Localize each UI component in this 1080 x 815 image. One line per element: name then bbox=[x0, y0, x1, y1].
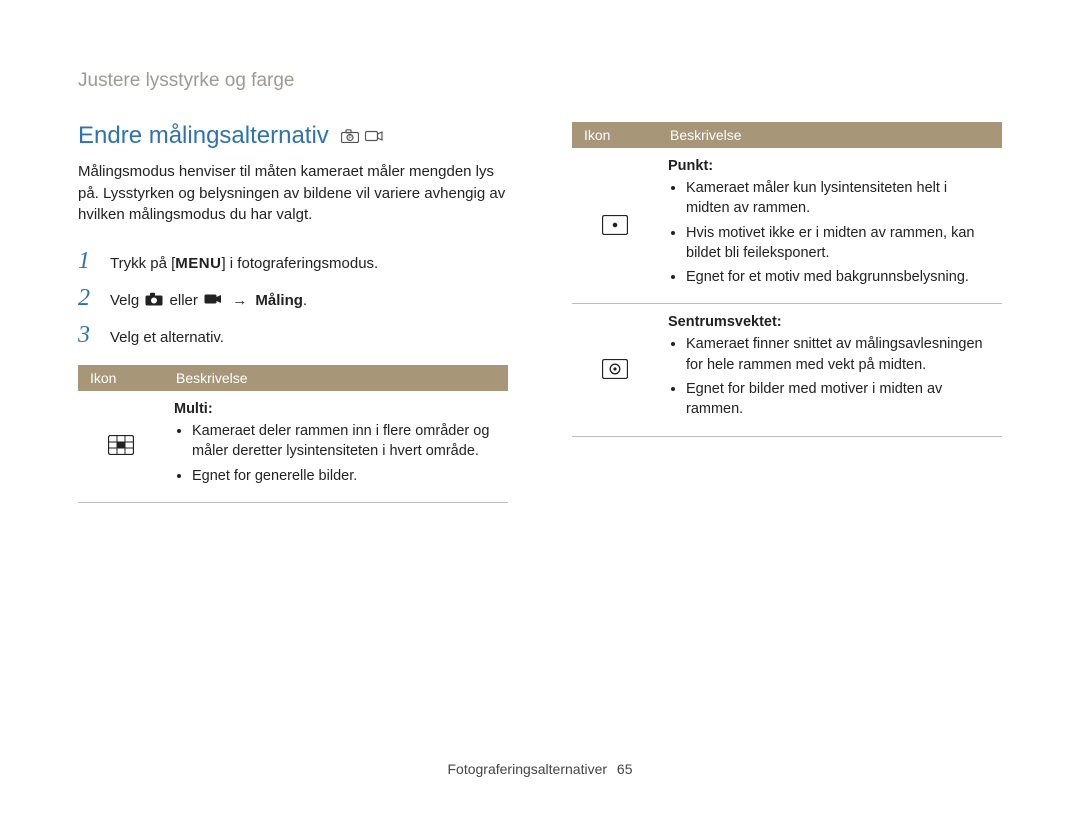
multi-metering-icon bbox=[78, 391, 164, 502]
section-title-text: Endre målingsalternativ bbox=[78, 122, 329, 151]
step-num: 2 bbox=[78, 285, 96, 312]
step2-pre: Velg bbox=[110, 292, 143, 309]
table-row: Punkt: Kameraet måler kun lysintensitete… bbox=[572, 148, 1002, 304]
options-table-left: Ikon Beskrivelse bbox=[78, 365, 508, 503]
table-row: Multi: Kameraet deler rammen inn i flere… bbox=[78, 391, 508, 502]
menu-button-label: MENU bbox=[175, 253, 221, 274]
bullet: Kameraet måler kun lysintensiteten helt … bbox=[686, 178, 992, 219]
photo-mode-icon: P bbox=[341, 122, 359, 151]
bullet: Egnet for generelle bilder. bbox=[192, 466, 498, 486]
video-icon bbox=[204, 293, 226, 310]
footer-label: Fotograferingsalternativer bbox=[448, 761, 608, 777]
step-num: 3 bbox=[78, 322, 96, 349]
th-desc: Beskrivelse bbox=[658, 122, 1002, 148]
spot-metering-icon bbox=[572, 148, 658, 304]
steps-list: 1 Trykk på [MENU] i fotograferingsmodus.… bbox=[78, 248, 508, 349]
desc-cell: Sentrumsvektet: Kameraet finner snittet … bbox=[658, 304, 1002, 436]
step2-bold: Måling bbox=[255, 292, 303, 309]
step1-post: ] i fotograferingsmodus. bbox=[221, 255, 378, 272]
th-icon: Ikon bbox=[572, 122, 658, 148]
step-text: Velg et alternativ. bbox=[110, 327, 224, 348]
video-mode-icon bbox=[365, 122, 383, 151]
step-text: Velg eller → Måling. bbox=[110, 290, 307, 312]
options-table-right: Ikon Beskrivelse Punkt: bbox=[572, 122, 1002, 437]
th-desc: Beskrivelse bbox=[164, 365, 508, 391]
bullet: Kameraet finner snittet av målingsavlesn… bbox=[686, 334, 992, 375]
step-2: 2 Velg eller → Måling. bbox=[78, 285, 508, 312]
bullet: Kameraet deler rammen inn i flere område… bbox=[192, 421, 498, 462]
camera-icon bbox=[145, 293, 167, 310]
bullet: Hvis motivet ikke er i midten av rammen,… bbox=[686, 223, 992, 264]
row-title: Punkt: bbox=[668, 158, 992, 174]
page-footer: Fotograferingsalternativer 65 bbox=[0, 761, 1080, 777]
bullet: Egnet for bilder med motiver i midten av… bbox=[686, 379, 992, 420]
step-1: 1 Trykk på [MENU] i fotograferingsmodus. bbox=[78, 248, 508, 275]
step-text: Trykk på [MENU] i fotograferingsmodus. bbox=[110, 253, 378, 274]
row-title: Sentrumsvektet: bbox=[668, 314, 992, 330]
arrow-icon: → bbox=[232, 292, 247, 309]
step1-pre: Trykk på [ bbox=[110, 255, 175, 272]
page-number: 65 bbox=[617, 761, 633, 777]
left-column: Endre målingsalternativ P Målingsmodus h… bbox=[78, 122, 508, 503]
row-title: Multi: bbox=[174, 401, 498, 417]
step-3: 3 Velg et alternativ. bbox=[78, 322, 508, 349]
center-weighted-metering-icon bbox=[572, 304, 658, 436]
step2-tail: . bbox=[303, 292, 307, 309]
step-num: 1 bbox=[78, 248, 96, 275]
right-column: Ikon Beskrivelse Punkt: bbox=[572, 122, 1002, 503]
th-icon: Ikon bbox=[78, 365, 164, 391]
desc-cell: Multi: Kameraet deler rammen inn i flere… bbox=[164, 391, 508, 502]
desc-cell: Punkt: Kameraet måler kun lysintensitete… bbox=[658, 148, 1002, 304]
breadcrumb: Justere lysstyrke og farge bbox=[78, 70, 1002, 92]
step2-mid: eller bbox=[170, 292, 203, 309]
intro-text: Målingsmodus henviser til måten kameraet… bbox=[78, 161, 508, 226]
section-title: Endre målingsalternativ P bbox=[78, 122, 508, 151]
bullet: Egnet for et motiv med bakgrunnsbelysnin… bbox=[686, 267, 992, 287]
table-row: Sentrumsvektet: Kameraet finner snittet … bbox=[572, 304, 1002, 436]
